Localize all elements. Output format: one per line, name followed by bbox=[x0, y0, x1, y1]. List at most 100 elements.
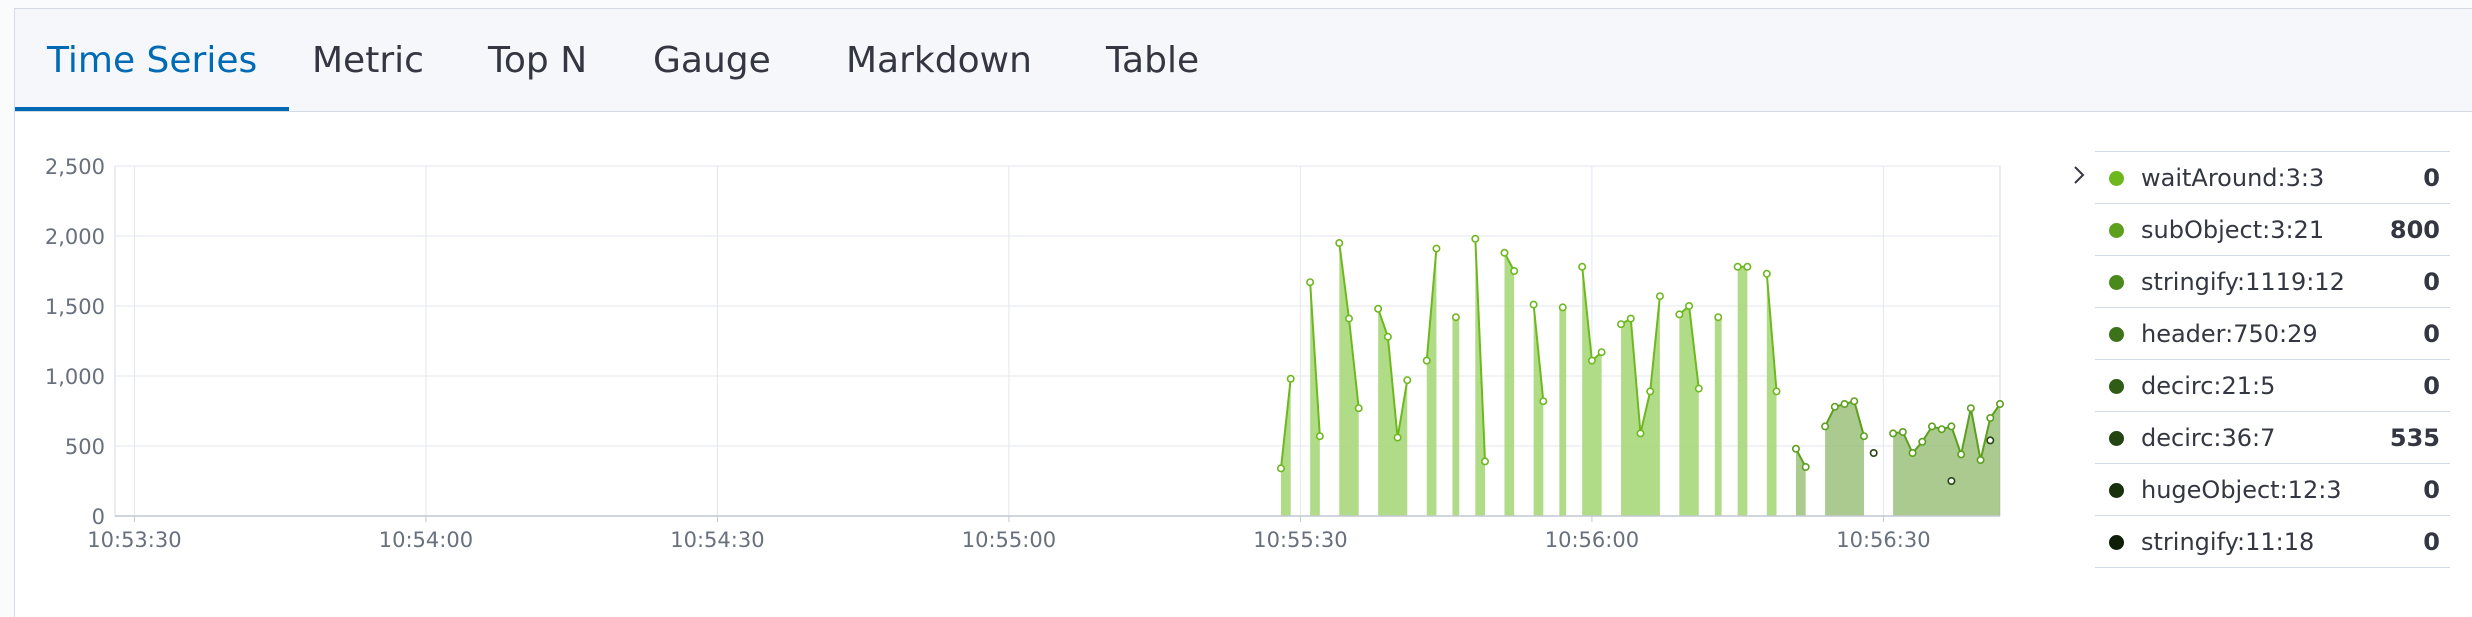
x-tick-label: 10:53:30 bbox=[87, 528, 181, 552]
tab-table[interactable]: Table bbox=[1074, 9, 1231, 111]
x-tick-label: 10:56:30 bbox=[1836, 528, 1930, 552]
legend-item[interactable]: waitAround:3:3 0 bbox=[2095, 151, 2450, 203]
x-tick-label: 10:54:30 bbox=[670, 528, 764, 552]
legend-label: waitAround:3:3 bbox=[2141, 164, 2325, 192]
data-point bbox=[1344, 314, 1353, 323]
chart-axes: 0 500 1,000 1,500 2,000 2,500 10:53:30 10:54:00… bbox=[45, 155, 2000, 552]
data-point bbox=[1937, 425, 1946, 434]
data-point bbox=[1850, 397, 1859, 406]
data-point bbox=[1393, 433, 1402, 442]
tab-metric[interactable]: Metric bbox=[280, 9, 456, 111]
data-point bbox=[1859, 432, 1868, 441]
legend-item[interactable]: hugeObject:12:3 0 bbox=[2095, 463, 2450, 515]
data-point bbox=[1646, 387, 1655, 396]
data-point bbox=[1889, 429, 1898, 438]
data-point bbox=[1801, 462, 1810, 471]
legend-color-dot bbox=[2109, 171, 2124, 186]
x-tick-label: 10:55:00 bbox=[962, 528, 1056, 552]
data-point bbox=[1471, 234, 1480, 243]
data-point bbox=[1927, 422, 1936, 431]
data-point bbox=[1403, 376, 1412, 385]
data-point bbox=[1315, 432, 1324, 441]
tab-markdown[interactable]: Markdown bbox=[814, 9, 1064, 111]
y-tick-label: 500 bbox=[65, 435, 105, 459]
series-area bbox=[1452, 317, 1460, 516]
legend-color-dot bbox=[2109, 223, 2124, 238]
data-point bbox=[1714, 313, 1723, 322]
legend-label: decirc:21:5 bbox=[2141, 372, 2276, 400]
legend-item[interactable]: decirc:21:5 0 bbox=[2095, 359, 2450, 411]
data-point bbox=[1578, 262, 1587, 271]
series-area bbox=[1714, 317, 1722, 516]
legend-value: 0 bbox=[2423, 164, 2440, 192]
data-point bbox=[1626, 314, 1635, 323]
chevron-right-icon[interactable] bbox=[2065, 161, 2093, 189]
y-tick-label: 2,500 bbox=[45, 155, 105, 179]
data-point bbox=[1675, 310, 1684, 319]
legend-item[interactable]: subObject:3:21 800 bbox=[2095, 203, 2450, 255]
series-area bbox=[1426, 248, 1437, 516]
y-tick-label: 1,500 bbox=[45, 295, 105, 319]
legend-label: header:750:29 bbox=[2141, 320, 2318, 348]
data-point bbox=[1986, 413, 1995, 422]
x-tick-label: 10:56:00 bbox=[1545, 528, 1639, 552]
legend-item[interactable]: stringify:11:18 0 bbox=[2095, 515, 2450, 568]
data-point bbox=[1898, 427, 1907, 436]
data-point bbox=[1636, 429, 1645, 438]
y-tick-label: 0 bbox=[92, 505, 105, 529]
data-point bbox=[1510, 267, 1519, 276]
series-area bbox=[1504, 252, 1515, 517]
legend-value: 0 bbox=[2423, 268, 2440, 296]
series-area bbox=[1559, 307, 1567, 516]
legend-label: decirc:36:7 bbox=[2141, 424, 2276, 452]
data-point bbox=[1422, 356, 1431, 365]
data-point bbox=[1733, 262, 1742, 271]
data-point bbox=[1276, 464, 1285, 473]
data-point bbox=[1908, 448, 1917, 457]
data-point bbox=[1791, 444, 1800, 453]
legend-value: 535 bbox=[2389, 424, 2440, 452]
time-series-chart: 0 500 1,000 1,500 2,000 2,500 10:53:30 10:54:00… bbox=[45, 155, 2005, 552]
data-point bbox=[1354, 404, 1363, 413]
data-point bbox=[1286, 374, 1295, 383]
legend-item[interactable]: stringify:1119:12 0 bbox=[2095, 255, 2450, 307]
data-point bbox=[1451, 313, 1460, 322]
legend-label: hugeObject:12:3 bbox=[2141, 476, 2342, 504]
tab-time-series[interactable]: Time Series bbox=[15, 9, 290, 111]
tab-top-n[interactable]: Top N bbox=[456, 9, 619, 111]
data-point bbox=[1655, 292, 1664, 301]
data-point bbox=[1976, 455, 1985, 464]
series-area bbox=[1621, 296, 1660, 516]
legend-color-dot bbox=[2109, 483, 2124, 498]
legend-value: 0 bbox=[2423, 372, 2440, 400]
legend-label: stringify:1119:12 bbox=[2141, 268, 2345, 296]
data-point bbox=[1830, 402, 1839, 411]
data-point bbox=[1762, 269, 1771, 278]
data-point bbox=[1383, 332, 1392, 341]
data-point bbox=[1558, 303, 1567, 312]
chart-legend: waitAround:3:3 0 subObject:3:21 800 stringif… bbox=[2095, 151, 2450, 568]
visualization-type-tabs: Time Series Metric Top N Gauge Markdown … bbox=[15, 9, 2472, 112]
data-point bbox=[1335, 239, 1344, 248]
legend-item[interactable]: header:750:29 0 bbox=[2095, 307, 2450, 359]
data-point bbox=[1587, 356, 1596, 365]
data-point bbox=[1539, 397, 1548, 406]
legend-label: subObject:3:21 bbox=[2141, 216, 2325, 244]
data-point bbox=[1500, 248, 1509, 257]
data-point bbox=[1918, 437, 1927, 446]
y-tick-label: 2,000 bbox=[45, 225, 105, 249]
x-tick-label: 10:54:00 bbox=[379, 528, 473, 552]
y-tick-label: 1,000 bbox=[45, 365, 105, 389]
x-tick-label: 10:55:30 bbox=[1253, 528, 1347, 552]
data-point bbox=[1694, 384, 1703, 393]
data-point bbox=[1617, 320, 1626, 329]
legend-value: 0 bbox=[2423, 320, 2440, 348]
legend-item[interactable]: decirc:36:7 535 bbox=[2095, 411, 2450, 463]
data-point bbox=[1869, 448, 1878, 457]
tab-gauge[interactable]: Gauge bbox=[621, 9, 803, 111]
data-point bbox=[1821, 422, 1830, 431]
legend-color-dot bbox=[2109, 379, 2124, 394]
data-point bbox=[1947, 476, 1956, 485]
series-area bbox=[1378, 308, 1408, 516]
data-point bbox=[1966, 404, 1975, 413]
